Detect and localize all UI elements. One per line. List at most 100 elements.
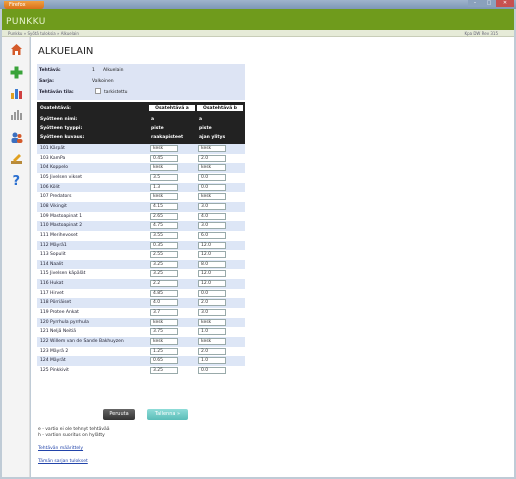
- score-a-input[interactable]: 3.55: [150, 231, 178, 239]
- team-name: 103 KamPa: [40, 155, 66, 161]
- score-b-input[interactable]: kesk: [198, 318, 226, 326]
- table-row: 103 KamPa 0.45 2.0: [37, 153, 245, 164]
- team-name: 120 Pyrrhula pyrrhula: [40, 319, 89, 325]
- maximize-button[interactable]: □: [482, 0, 496, 7]
- note-e: e - vartio ei ole tehnyt tehtävää: [38, 427, 110, 432]
- input-type-label: Syötteen tyyppi:: [40, 126, 83, 131]
- table-row: 125 Pinkkivit 3.25 0.0: [37, 365, 245, 376]
- score-a-input[interactable]: kesk: [150, 145, 178, 152]
- score-b-input[interactable]: 8.0: [198, 260, 226, 268]
- score-a-input[interactable]: 4.85: [150, 289, 178, 297]
- version-info: Kpa DW Rev 315: [464, 31, 498, 36]
- col-b-type: piste: [199, 126, 212, 131]
- score-b-input[interactable]: 1.0: [198, 357, 226, 365]
- home-icon[interactable]: [10, 43, 23, 56]
- col-a-desc: raakapisteet: [151, 135, 184, 140]
- score-a-input[interactable]: 1.3: [150, 183, 178, 191]
- score-b-input[interactable]: kesk: [198, 145, 226, 152]
- stats-icon[interactable]: [10, 108, 23, 121]
- score-a-input[interactable]: 3.5: [150, 173, 178, 181]
- team-name: 118 Pörriäiset: [40, 300, 72, 306]
- team-name: 117 Hirvet: [40, 290, 64, 296]
- score-a-input[interactable]: 3.7: [150, 309, 178, 317]
- table-row: 108 Vikingit 4.15 3.0: [37, 201, 245, 212]
- add-icon[interactable]: [10, 66, 23, 79]
- close-button[interactable]: ✕: [496, 0, 514, 7]
- score-a-input[interactable]: 4.15: [150, 202, 178, 210]
- score-a-input[interactable]: 3.25: [150, 366, 178, 374]
- table-row: 101 Kärpät kesk kesk: [37, 144, 245, 154]
- score-b-input[interactable]: 0.0: [198, 289, 226, 297]
- col-a-type: piste: [151, 126, 164, 131]
- svg-text:?: ?: [13, 174, 21, 186]
- team-name: 105 Jivelsen vikset: [40, 174, 83, 180]
- firefox-menu-button[interactable]: Firefox: [4, 1, 44, 9]
- score-b-input[interactable]: kesk: [198, 164, 226, 172]
- score-b-input[interactable]: 12.0: [198, 241, 226, 249]
- help-icon[interactable]: ?: [10, 173, 23, 186]
- score-b-input[interactable]: 2.0: [198, 299, 226, 307]
- table-row: 113 Sopulit 2.55 12.0: [37, 250, 245, 260]
- table-row: 107 Predators kesk kesk: [37, 192, 245, 202]
- score-b-input[interactable]: 2.0: [198, 347, 226, 355]
- save-button[interactable]: Tallenna »: [147, 409, 188, 420]
- score-b-input[interactable]: 3.0: [198, 222, 226, 230]
- score-a-input[interactable]: 1.25: [150, 347, 178, 355]
- score-a-input[interactable]: 0.35: [150, 241, 178, 249]
- score-a-input[interactable]: 4.75: [150, 222, 178, 230]
- team-name: 115 Jivelsen käpälät: [40, 271, 86, 277]
- checked-checkbox[interactable]: [95, 88, 101, 94]
- edit-icon[interactable]: [10, 152, 23, 165]
- score-b-input[interactable]: 4.0: [198, 212, 226, 220]
- score-b-input[interactable]: 3.0: [198, 202, 226, 210]
- score-a-input[interactable]: 2.65: [150, 212, 178, 220]
- cancel-button[interactable]: Peruuta: [103, 409, 135, 420]
- table-row: 120 Pyrrhula pyrrhula kesk kesk: [37, 317, 245, 328]
- score-b-input[interactable]: 0.0: [198, 183, 226, 191]
- score-a-input[interactable]: 0.45: [150, 154, 178, 162]
- checked-checkbox-label: tarkistettu: [104, 90, 128, 95]
- browser-titlebar: Firefox – □ ✕: [0, 0, 516, 9]
- table-row: 112 Mäyrä1 0.35 12.0: [37, 240, 245, 251]
- task-name: Alkuelain: [103, 68, 124, 73]
- score-b-input[interactable]: 2.0: [198, 154, 226, 162]
- score-a-input[interactable]: 3.75: [150, 328, 178, 336]
- score-a-input[interactable]: 2.55: [150, 251, 178, 259]
- table-row: 117 Hirvet 4.85 0.0: [37, 288, 245, 299]
- task-definition-link[interactable]: Tehtävän määrittely: [38, 446, 83, 451]
- score-b-input[interactable]: 12.0: [198, 251, 226, 259]
- score-a-input[interactable]: 3.25: [150, 270, 178, 278]
- score-a-input[interactable]: kesk: [150, 193, 178, 201]
- score-a-input[interactable]: 0.65: [150, 357, 178, 365]
- score-a-input[interactable]: kesk: [150, 338, 178, 345]
- score-a-input[interactable]: 2.2: [150, 280, 178, 288]
- score-b-input[interactable]: 12.0: [198, 270, 226, 278]
- chart-icon[interactable]: [10, 87, 23, 100]
- score-b-input[interactable]: 0.0: [198, 173, 226, 181]
- table-row: 110 Mastoapinat 2 4.75 3.0: [37, 221, 245, 231]
- table-row: 105 Jivelsen vikset 3.5 0.0: [37, 172, 245, 183]
- table-row: 115 Jivelsen käpälät 3.25 12.0: [37, 269, 245, 280]
- score-b-input[interactable]: 3.0: [198, 309, 226, 317]
- team-name: 112 Mäyrä1: [40, 242, 67, 248]
- score-a-input[interactable]: kesk: [150, 164, 178, 172]
- series-results-link[interactable]: Tämän sarjan tulokset: [38, 459, 88, 464]
- score-b-input[interactable]: 1.0: [198, 328, 226, 336]
- score-b-input[interactable]: 6.0: [198, 231, 226, 239]
- users-icon[interactable]: [10, 131, 23, 144]
- score-b-input[interactable]: kesk: [198, 338, 226, 345]
- score-b-input[interactable]: 12.0: [198, 280, 226, 288]
- app-header: [2, 9, 514, 30]
- score-b-input[interactable]: 0.0: [198, 366, 226, 374]
- breadcrumb[interactable]: Punkku » Syötä tuloksia » Alkuelain: [8, 31, 79, 36]
- team-name: 122 Willem van de Sande Bakhuyzen: [40, 339, 124, 344]
- minimize-button[interactable]: –: [468, 0, 482, 7]
- table-row: 116 Hukat 2.2 12.0: [37, 279, 245, 289]
- team-name: 113 Sopulit: [40, 252, 66, 258]
- score-a-input[interactable]: 3.25: [150, 260, 178, 268]
- team-name: 108 Vikingit: [40, 203, 67, 209]
- score-a-input[interactable]: 4.0: [150, 299, 178, 307]
- status-label: Tehtävän tila:: [39, 90, 74, 95]
- score-a-input[interactable]: kesk: [150, 318, 178, 326]
- score-b-input[interactable]: kesk: [198, 193, 226, 201]
